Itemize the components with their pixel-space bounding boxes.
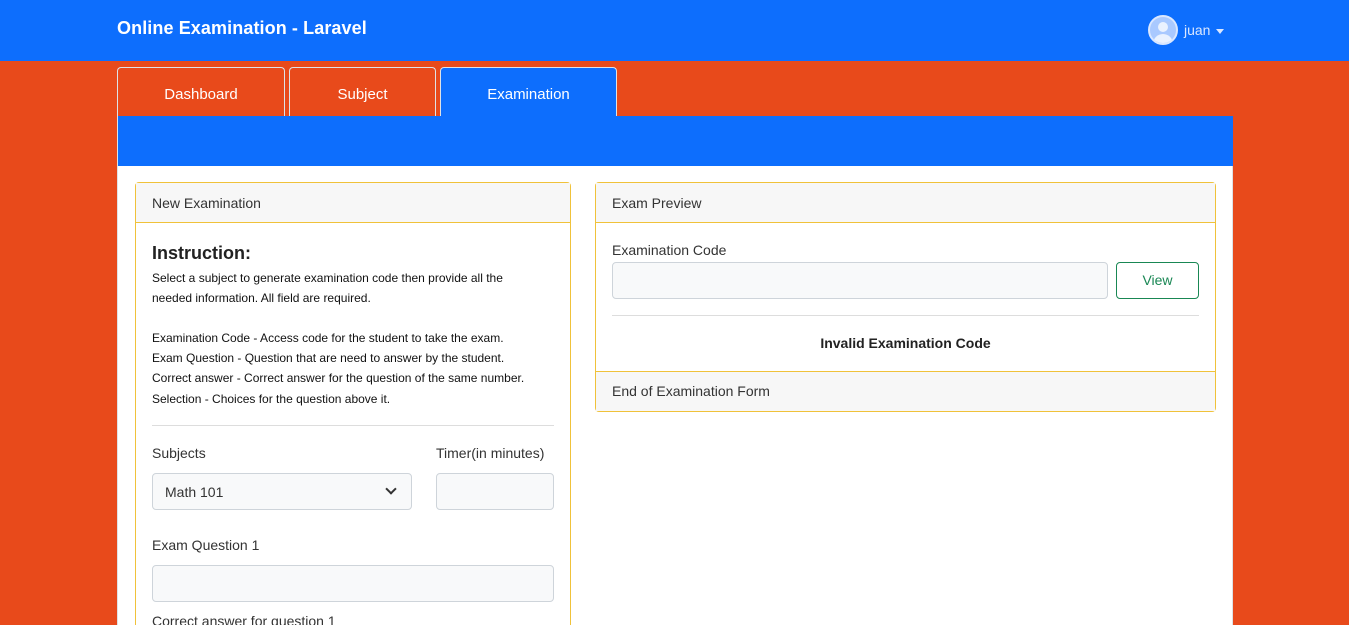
instruction-line-2: needed information. All field are requir… xyxy=(152,291,371,305)
tab-examination[interactable]: Examination xyxy=(440,67,617,116)
user-menu[interactable]: juan xyxy=(1148,15,1225,45)
exam-question-input[interactable] xyxy=(152,565,554,602)
instruction-divider xyxy=(152,425,554,426)
caret-down-icon xyxy=(1216,28,1225,34)
examination-code-label: Examination Code xyxy=(612,242,727,258)
tab-subject[interactable]: Subject xyxy=(289,67,436,116)
timer-label: Timer(in minutes) xyxy=(436,445,545,461)
tab-dashboard[interactable]: Dashboard xyxy=(117,67,285,116)
preview-status-message: Invalid Examination Code xyxy=(820,335,991,351)
examination-code-input[interactable] xyxy=(612,262,1108,299)
chevron-down-icon xyxy=(385,483,397,495)
tab-content-panel: New Examination Instruction: Select a su… xyxy=(117,116,1233,625)
user-name: juan xyxy=(1184,22,1211,38)
user-avatar-icon xyxy=(1148,15,1178,45)
view-button[interactable]: View xyxy=(1116,262,1199,299)
exam-preview-card: Exam Preview Examination Code View Inval… xyxy=(595,182,1216,412)
preview-divider xyxy=(612,315,1199,316)
new-examination-card: New Examination Instruction: Select a su… xyxy=(135,182,571,625)
instruction-line-3: Examination Code - Access code for the s… xyxy=(152,331,504,345)
instruction-line-6: Selection - Choices for the question abo… xyxy=(152,392,391,406)
exam-preview-footer: End of Examination Form xyxy=(596,371,1215,411)
exam-question-label: Exam Question 1 xyxy=(152,537,260,553)
correct-answer-label: Correct answer for question 1 xyxy=(152,613,336,625)
top-navbar: Online Examination - Laravel juan xyxy=(0,0,1349,61)
instruction-title: Instruction: xyxy=(152,243,251,263)
instruction-line-5: Correct answer - Correct answer for the … xyxy=(152,371,525,385)
app-brand[interactable]: Online Examination - Laravel xyxy=(117,18,367,39)
subject-select-value: Math 101 xyxy=(165,484,224,500)
subjects-label: Subjects xyxy=(152,445,206,461)
instruction-line-4: Exam Question - Question that are need t… xyxy=(152,351,505,365)
new-examination-header: New Examination xyxy=(136,183,570,223)
panel-header-bar xyxy=(118,116,1233,166)
timer-input[interactable] xyxy=(436,473,554,510)
subject-select[interactable]: Math 101 xyxy=(152,473,412,510)
instruction-line-1: Select a subject to generate examination… xyxy=(152,271,503,285)
exam-preview-header: Exam Preview xyxy=(596,183,1215,223)
